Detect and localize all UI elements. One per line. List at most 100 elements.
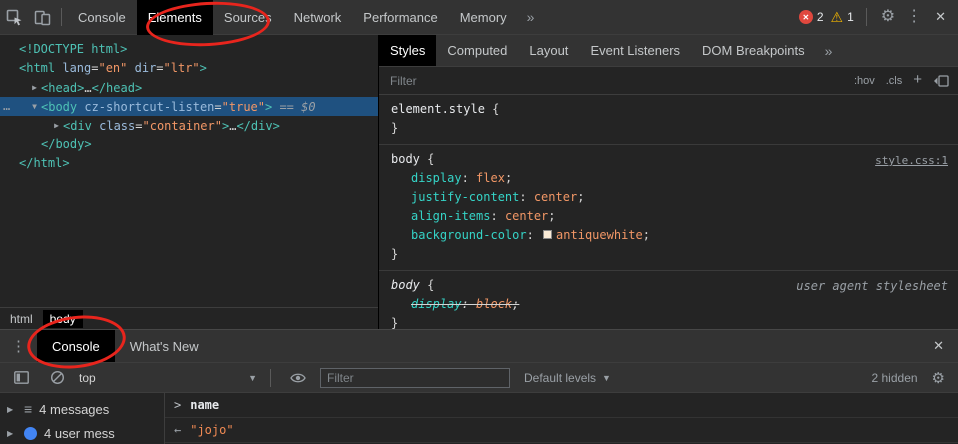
console-messages: > name ← "jojo" <box>165 393 958 444</box>
elements-panel: <!DOCTYPE html> <html lang="en" dir="ltr"… <box>0 35 378 307</box>
tree-row[interactable]: </body> <box>0 135 378 154</box>
node-ellipsis[interactable]: … <box>3 97 10 116</box>
messages-list-icon: ≡ <box>24 401 33 417</box>
tree-row[interactable]: ▶ <div class="container">…</div> <box>0 116 378 135</box>
tab-dom-breakpoints[interactable]: DOM Breakpoints <box>691 35 816 66</box>
tree-row[interactable]: <!DOCTYPE html> <box>0 40 378 59</box>
css-selector[interactable]: body <box>391 278 420 292</box>
code-token: : <box>461 171 477 185</box>
console-message[interactable]: > name <box>165 393 958 418</box>
live-expression-button[interactable] <box>285 365 311 391</box>
breadcrumb-html[interactable]: html <box>3 310 40 328</box>
log-levels-dropdown[interactable]: Default levels ▼ <box>524 371 611 385</box>
css-property[interactable]: display: flex; <box>391 169 948 188</box>
code-token: "en" <box>98 61 128 75</box>
code-token: : <box>519 190 534 204</box>
tab-computed[interactable]: Computed <box>436 35 518 66</box>
hov-toggle[interactable]: :hov <box>854 75 875 87</box>
styles-rules: element.style {} style.css:1 body { display… <box>379 95 958 329</box>
styles-filter-input[interactable] <box>388 72 854 89</box>
error-count: 2 <box>816 10 824 24</box>
code-token: <html <box>19 61 56 75</box>
css-property-name: justify-content <box>411 190 520 204</box>
code-token: = <box>214 100 222 114</box>
more-sidebar-tabs-button[interactable]: » <box>816 35 842 66</box>
console-toolbar: top ▼ Default levels ▼ 2 hidden ⚙ <box>0 363 958 393</box>
tab-console[interactable]: Console <box>67 0 137 35</box>
css-property-value: center <box>504 209 549 223</box>
tab-event-listeners[interactable]: Event Listeners <box>579 35 691 66</box>
more-tabs-button[interactable]: » <box>518 0 544 35</box>
expand-arrow-icon[interactable]: ▶ <box>28 78 41 97</box>
device-toolbar-button[interactable] <box>29 4 55 30</box>
css-rule: element.style {} <box>379 95 958 145</box>
stylesheet-link[interactable]: style.css:1 <box>875 151 948 170</box>
code-token: : <box>526 228 542 242</box>
tab-layout[interactable]: Layout <box>518 35 579 66</box>
css-property[interactable]: align-items: center; <box>391 207 948 226</box>
new-style-rule-button[interactable]: + <box>913 71 922 88</box>
clear-console-button[interactable] <box>44 365 70 391</box>
tab-elements[interactable]: Elements <box>136 0 213 35</box>
console-sidebar-item[interactable]: ▶ ≡ 4 messages <box>0 397 164 421</box>
cls-toggle[interactable]: .cls <box>886 75 903 87</box>
console-filter-input[interactable] <box>320 367 510 388</box>
css-rule: user agent stylesheet body {display: bloc… <box>379 271 958 329</box>
drawer-tab-whats-new[interactable]: What's New <box>115 330 214 362</box>
code-token: cz-shortcut-listen <box>77 100 215 114</box>
tree-row[interactable]: </html> <box>0 154 378 173</box>
console-message[interactable]: ← "jojo" <box>165 418 958 443</box>
console-sidebar-icon <box>13 371 29 384</box>
code-token: lang <box>55 61 92 75</box>
inspect-button[interactable] <box>1 4 27 30</box>
context-selector[interactable]: top ▼ <box>79 371 257 385</box>
code-token: { <box>484 102 500 116</box>
tree-row[interactable]: … ▼ <body cz-shortcut-listen="true"> == $0 <box>0 97 378 116</box>
tab-sources[interactable]: Sources <box>213 0 283 35</box>
tab-performance[interactable]: Performance <box>352 0 448 35</box>
code-token: <body <box>41 100 78 114</box>
tab-memory[interactable]: Memory <box>449 0 518 35</box>
console-settings-button[interactable]: ⚙ <box>926 369 951 387</box>
breadcrumb-bar: html body <box>0 307 378 329</box>
error-badge[interactable]: ✕ 2 <box>798 10 824 24</box>
code-token: = <box>156 61 164 75</box>
css-selector[interactable]: body <box>391 152 420 166</box>
css-property-name: display <box>411 171 462 185</box>
tab-network[interactable]: Network <box>283 0 353 35</box>
code-token: <!DOCTYPE html> <box>19 42 128 56</box>
css-property[interactable]: background-color: antiquewhite; <box>391 226 948 245</box>
breadcrumb-body[interactable]: body <box>42 309 83 328</box>
console-sidebar-item[interactable]: ▶ 4 user mess <box>0 421 164 444</box>
computed-sidebar-toggle-icon[interactable] <box>933 74 949 87</box>
drawer-menu-button[interactable]: ⋮ <box>0 330 37 362</box>
expand-arrow-icon[interactable]: ▶ <box>50 116 63 135</box>
console-sidebar-toggle-button[interactable] <box>8 365 34 391</box>
drawer-close-button[interactable]: ✕ <box>919 330 958 362</box>
hidden-count[interactable]: 2 hidden <box>872 371 918 385</box>
code-token: </head> <box>91 81 143 95</box>
console-content: ▶ ≡ 4 messages ▶ 4 user mess > name ← "jojo" <box>0 393 958 444</box>
expand-arrow-icon[interactable]: ▼ <box>28 97 41 116</box>
code-token: </body> <box>41 137 92 151</box>
result-arrow-icon: ← <box>174 423 182 437</box>
settings-button[interactable]: ⚙ <box>879 9 897 25</box>
css-property[interactable]: justify-content: center; <box>391 188 948 207</box>
expand-arrow-icon[interactable]: ▶ <box>7 429 17 438</box>
css-property[interactable]: display: block; <box>391 295 948 314</box>
console-sidebar-label: 4 messages <box>39 401 110 417</box>
code-token: ; <box>642 228 650 242</box>
devtools-menu-button[interactable]: ⋮ <box>904 9 924 25</box>
expand-arrow-icon[interactable]: ▶ <box>7 405 17 414</box>
devtools-close-button[interactable]: ✕ <box>931 9 950 25</box>
tree-row[interactable]: <html lang="en" dir="ltr"> <box>0 59 378 78</box>
tree-row[interactable]: ▶ <head>…</head> <box>0 78 378 97</box>
css-property-value: center <box>533 190 578 204</box>
color-swatch[interactable] <box>543 230 553 239</box>
drawer-tab-console[interactable]: Console <box>37 330 115 362</box>
css-selector[interactable]: element.style <box>391 102 485 116</box>
warning-badge[interactable]: ⚠ 1 <box>831 10 854 24</box>
code-token: ; <box>512 297 520 311</box>
styles-tab-bar: Styles Computed Layout Event Listeners D… <box>379 35 958 67</box>
tab-styles[interactable]: Styles <box>379 35 437 66</box>
